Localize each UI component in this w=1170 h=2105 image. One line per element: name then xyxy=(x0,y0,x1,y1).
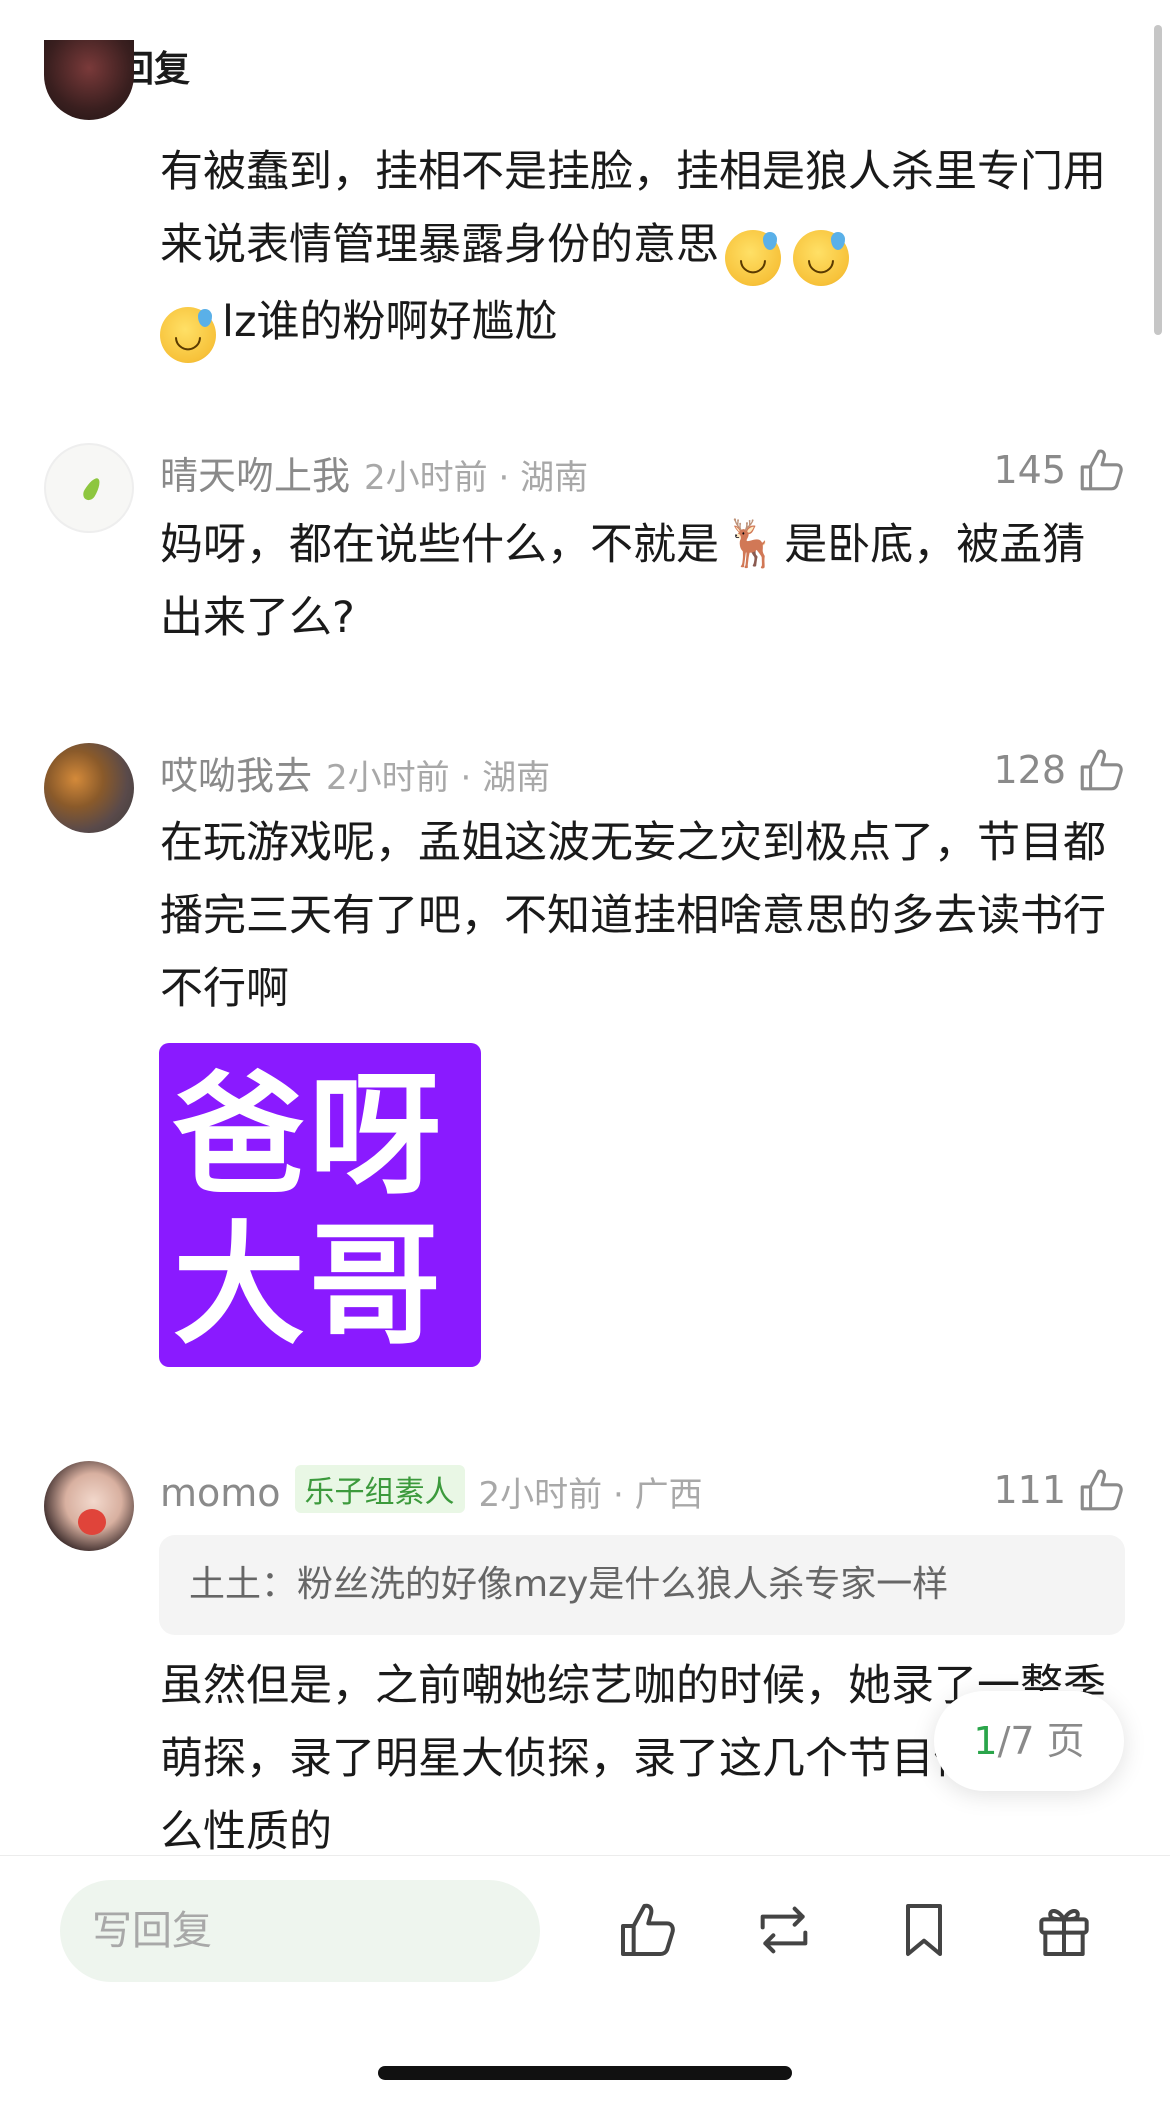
thumbs-up-icon xyxy=(1080,449,1123,491)
comment-meta: 2小时前 · 广西 xyxy=(478,1475,703,1515)
sticker-image[interactable]: 爸呀 大哥 xyxy=(159,1043,481,1367)
sweat-smile-emoji-icon: ◡ xyxy=(160,307,216,363)
home-indicator[interactable] xyxy=(378,2066,792,2080)
username[interactable]: 晴天吻上我 xyxy=(160,454,350,498)
avatar[interactable] xyxy=(44,743,134,833)
comment-header: 哎呦我去 2小时前 · 湖南 xyxy=(160,745,550,800)
thumbs-up-icon[interactable] xyxy=(615,1898,679,1962)
sweat-smile-emoji-icon: ◡ xyxy=(793,230,849,286)
fan-badge: 乐子组素人 xyxy=(294,1465,465,1513)
comment-header: momo 乐子组素人 2小时前 · 广西 xyxy=(160,1465,703,1516)
like-count: 128 xyxy=(993,748,1066,792)
sweat-smile-emoji-icon: ◡ xyxy=(725,230,781,286)
sticker-line: 爸呀 xyxy=(173,1059,445,1213)
avatar[interactable] xyxy=(44,1461,134,1551)
avatar[interactable] xyxy=(44,40,134,120)
like-button[interactable]: 128 xyxy=(993,745,1126,795)
thumbs-up-icon xyxy=(1080,1469,1123,1511)
username[interactable]: 哎呦我去 xyxy=(160,754,312,798)
current-page: 1 xyxy=(973,1719,998,1763)
comment-text: 有被蠢到，挂相不是挂脸，挂相是狼人杀里专门用来说表情管理暴露身份的意思 ◡ ◡ ◡ lz… xyxy=(160,136,1120,363)
avatar[interactable] xyxy=(44,443,134,533)
comment-meta: 2小时前 · 湖南 xyxy=(364,458,589,498)
repost-icon[interactable] xyxy=(752,1898,816,1962)
username[interactable]: momo xyxy=(160,1471,281,1515)
total-pages: /7 页 xyxy=(997,1719,1085,1763)
like-button[interactable]: 111 xyxy=(993,1465,1126,1515)
thumbs-up-icon xyxy=(1080,749,1123,791)
comment-text: 在玩游戏呢，孟姐这波无妄之灾到极点了，节目都播完三天有了吧，不知道挂相啥意思的多… xyxy=(160,818,1106,1014)
comment-text: 妈呀，都在说些什么，不就是🦌是卧底，被孟猜出来了么? xyxy=(160,507,1120,655)
gift-icon[interactable] xyxy=(1032,1898,1096,1962)
reply-input[interactable]: 写回复 xyxy=(60,1880,540,1982)
page-indicator[interactable]: 1/7 页 xyxy=(934,1691,1124,1791)
quoted-reply[interactable]: 土土：粉丝洗的好像mzy是什么狼人杀专家一样 xyxy=(159,1535,1125,1635)
like-count: 145 xyxy=(993,448,1066,492)
like-count: 111 xyxy=(993,1468,1066,1512)
bookmark-icon[interactable] xyxy=(892,1898,956,1962)
apple-icon xyxy=(78,1509,106,1535)
scrollbar[interactable] xyxy=(1154,25,1162,335)
comment-meta: 2小时前 · 湖南 xyxy=(326,758,551,798)
bottom-action-bar: 写回复 xyxy=(0,1855,1170,2105)
leaf-icon xyxy=(80,475,104,503)
comment-header: 晴天吻上我 2小时前 · 湖南 xyxy=(160,445,588,500)
sticker-line: 大哥 xyxy=(173,1209,445,1363)
deer-emoji-icon: 🦌 xyxy=(723,516,781,570)
like-button[interactable]: 145 xyxy=(993,445,1126,495)
